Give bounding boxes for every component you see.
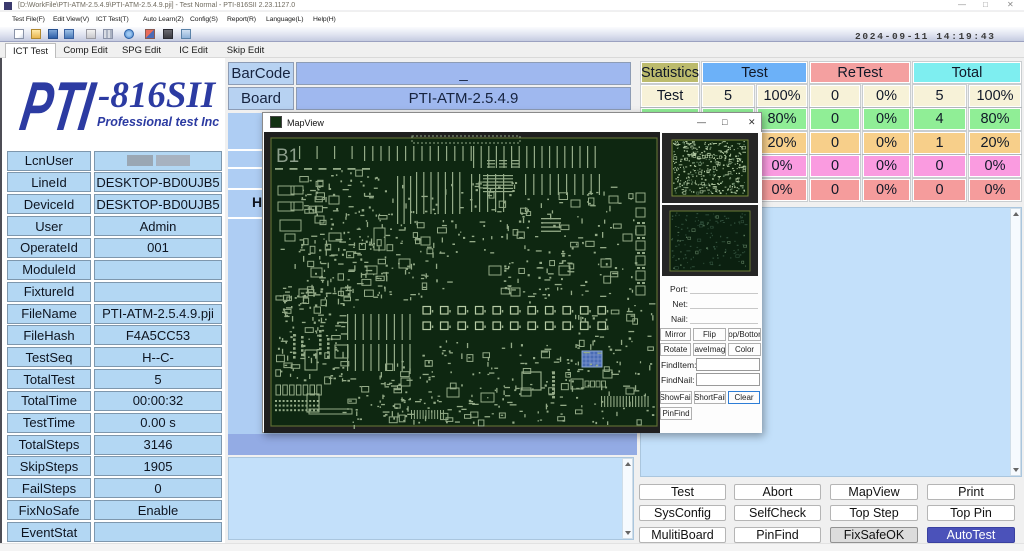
svg-text:Professional test Inc: Professional test Inc: [97, 115, 219, 129]
svg-text:-816SII: -816SII: [98, 75, 217, 116]
svg-text:B1: B1: [276, 146, 299, 167]
svg-text:PTI: PTI: [15, 67, 100, 145]
